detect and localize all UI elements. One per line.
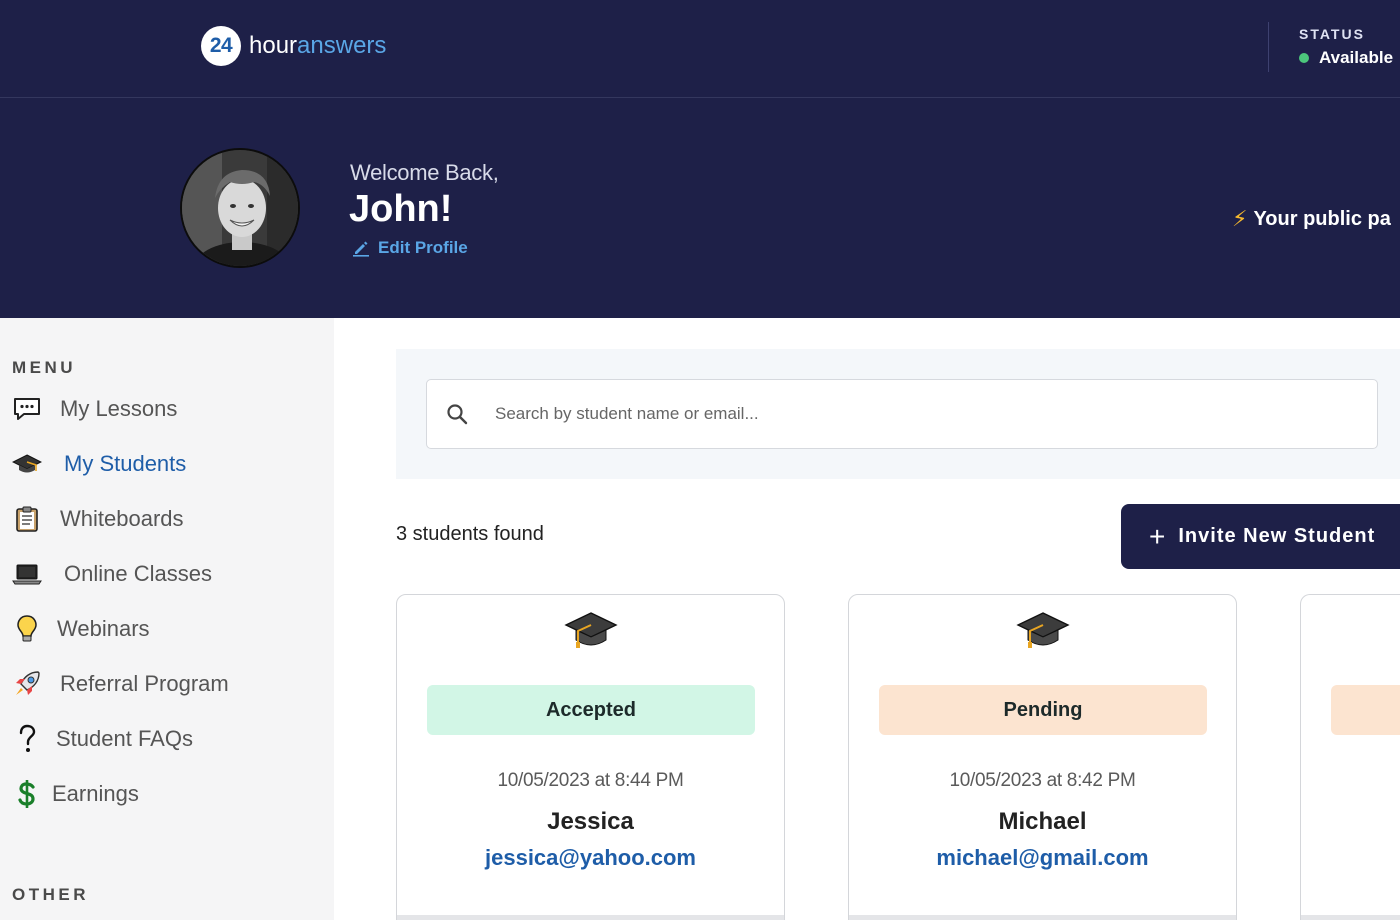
rocket-icon <box>12 669 42 699</box>
status-dot-icon <box>1299 53 1309 63</box>
edit-profile-label: Edit Profile <box>378 238 468 257</box>
sidebar-item-label: My Students <box>64 451 187 476</box>
sidebar-item-label: Online Classes <box>64 561 212 586</box>
search-input[interactable] <box>495 404 1295 424</box>
sidebar-item-my-lessons[interactable]: My Lessons <box>12 394 177 424</box>
sidebar-item-online-classes[interactable]: Online Classes <box>12 559 212 589</box>
student-name: Jessica <box>547 808 634 835</box>
sidebar-item-label: Student FAQs <box>56 726 193 751</box>
plus-icon: + <box>1149 520 1167 552</box>
status-value: Available <box>1299 48 1393 68</box>
student-card[interactable]: Pending 10/05/2023 at 8:42 PM Michael mi… <box>848 594 1237 920</box>
student-email-link[interactable]: michael@gmail.com <box>849 845 1236 871</box>
sidebar-item-webinars[interactable]: Webinars <box>12 614 150 644</box>
lightbulb-icon <box>12 614 42 644</box>
sidebar: MENU My Lessons My Students Whiteboards … <box>0 318 334 920</box>
search-panel <box>396 349 1400 479</box>
sidebar-item-label: Webinars <box>57 616 150 641</box>
student-card[interactable]: Accepted 10/05/2023 at 8:44 PM Jessica j… <box>396 594 785 920</box>
logo-wordmark: houranswers <box>249 32 386 60</box>
graduation-cap-icon <box>12 449 42 479</box>
public-page-label: Your public pa <box>1253 207 1391 230</box>
menu-section-label: MENU <box>12 358 77 377</box>
student-email-link[interactable]: jessica@yahoo.com <box>397 845 784 871</box>
invite-new-student-button[interactable]: + Invite New Student <box>1121 504 1400 569</box>
logo-word-hour: hour <box>249 32 298 59</box>
invite-date: 10/05/2023 at 8:44 PM <box>497 770 684 791</box>
status-indicator[interactable]: STATUS Available <box>1299 26 1393 68</box>
card-footer-bar <box>849 915 1236 920</box>
sidebar-item-student-faqs[interactable]: Student FAQs <box>12 724 193 754</box>
results-count: 3 students found <box>396 523 544 545</box>
status-badge: Accepted <box>427 685 755 735</box>
search-box[interactable] <box>426 379 1378 449</box>
sidebar-item-whiteboards[interactable]: Whiteboards <box>12 504 184 534</box>
pencil-icon <box>353 241 369 257</box>
sidebar-item-label: Whiteboards <box>60 506 184 531</box>
sidebar-item-label: My Lessons <box>60 396 178 421</box>
public-page-link[interactable]: ⚡ Your public pa <box>1232 206 1391 232</box>
other-section-label: OTHER <box>12 885 89 904</box>
welcome-banner: Welcome Back, John! Edit Profile ⚡ Your … <box>0 98 1400 318</box>
edit-profile-link[interactable]: Edit Profile <box>352 238 468 258</box>
user-name: John! <box>349 188 453 230</box>
speech-bubble-icon <box>12 394 42 424</box>
invite-button-label: Invite New Student <box>1178 525 1376 547</box>
student-card[interactable] <box>1300 594 1400 920</box>
status-text: Available <box>1319 48 1394 67</box>
card-footer-bar <box>1301 915 1400 920</box>
clipboard-icon <box>12 504 42 534</box>
status-label: STATUS <box>1299 26 1365 42</box>
logo-badge: 24 <box>201 26 241 66</box>
graduation-cap-icon <box>1016 612 1070 648</box>
sidebar-item-label: Referral Program <box>60 671 229 696</box>
top-bar: 24 houranswers STATUS Available <box>0 0 1400 98</box>
logo-word-answers: answers <box>297 32 387 59</box>
sidebar-item-earnings[interactable]: Earnings <box>12 779 139 809</box>
sidebar-item-label: Earnings <box>52 781 139 806</box>
topbar-divider <box>1268 22 1269 72</box>
lightning-bolt-icon: ⚡ <box>1232 206 1248 231</box>
search-icon <box>447 404 468 425</box>
invite-date: 10/05/2023 at 8:42 PM <box>949 770 1136 791</box>
dollar-sign-icon <box>12 779 42 809</box>
site-logo[interactable]: 24 houranswers <box>201 26 386 66</box>
welcome-text: Welcome Back, <box>350 160 499 185</box>
status-badge <box>1331 685 1400 735</box>
student-name: Michael <box>998 808 1087 835</box>
card-footer-bar <box>397 915 784 920</box>
sidebar-item-my-students[interactable]: My Students <box>12 449 186 479</box>
graduation-cap-icon <box>564 612 618 648</box>
sidebar-item-referral-program[interactable]: Referral Program <box>12 669 229 699</box>
question-mark-icon <box>12 724 42 754</box>
status-badge: Pending <box>879 685 1207 735</box>
avatar <box>180 148 300 268</box>
laptop-icon <box>12 559 42 589</box>
